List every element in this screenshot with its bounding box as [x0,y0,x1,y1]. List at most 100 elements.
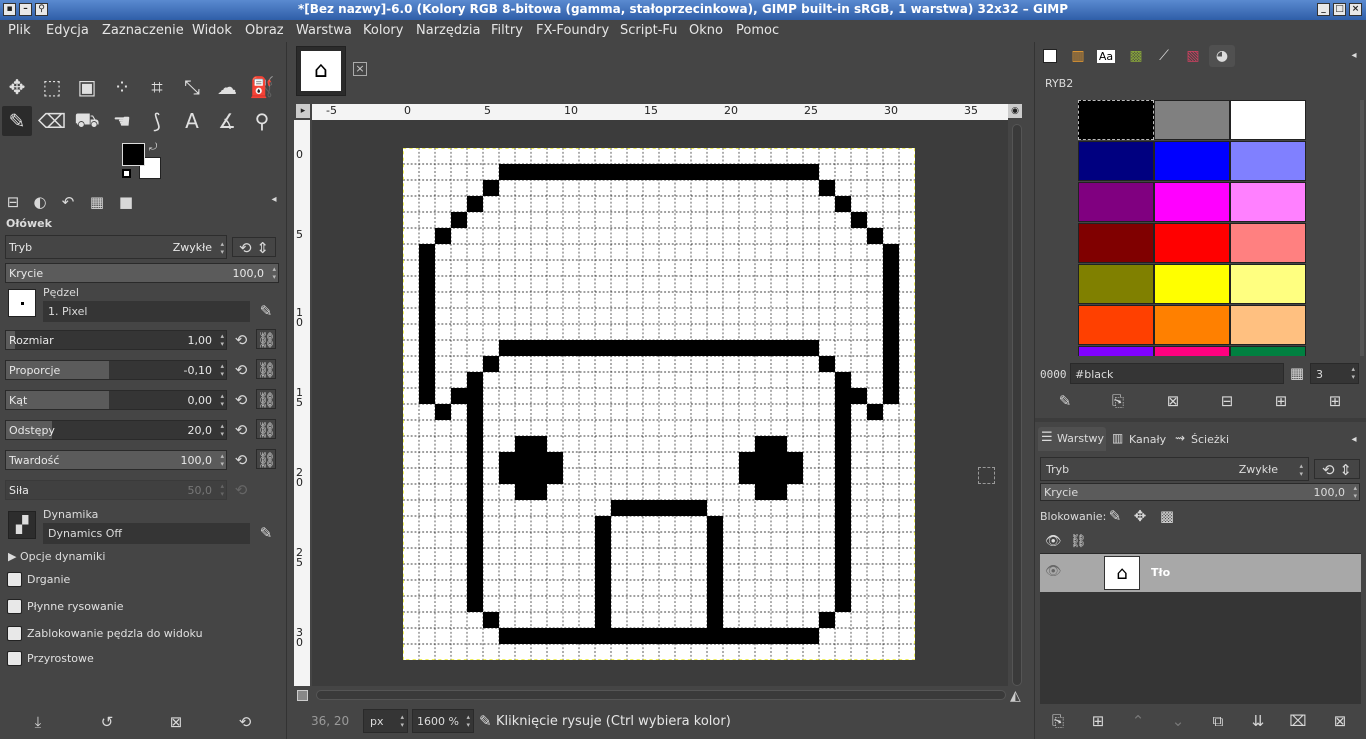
size-slider[interactable]: Rozmiar 1,00 ▴ ▾ [5,330,227,350]
brushes-tab-icon[interactable] [1037,45,1063,67]
foreground-select-tool-icon[interactable]: ▣ [72,72,102,102]
new-layer-group-icon[interactable]: ⊞ [1088,711,1108,731]
palettes-tab-icon[interactable]: ▧ [1180,45,1206,67]
layer-row[interactable]: 👁 ⌂ Tło [1040,554,1361,592]
palette-swatch[interactable] [1154,346,1230,356]
delete-options-icon[interactable]: ⊠ [166,712,186,732]
edit-color-icon[interactable]: ✎ [1055,391,1075,411]
zoom-in-palette-icon[interactable]: ⊞ [1271,391,1291,411]
palette-swatch[interactable] [1078,100,1154,140]
menu-layer[interactable]: Warstwa [296,23,352,38]
delete-layer-icon[interactable]: ⊠ [1330,711,1350,731]
aspect-reset-icon[interactable]: ⟲ [231,360,251,380]
canvas-viewport[interactable] [312,120,1008,686]
menu-edit[interactable]: Edycja [46,23,89,38]
restore-options-icon[interactable]: ↺ [97,712,117,732]
tab-paths[interactable]: ⇝ Ścieżki [1173,427,1237,451]
text-tool-icon[interactable]: A [177,106,207,136]
size-reset-icon[interactable]: ⟲ [231,330,251,350]
opacity-slider[interactable]: Krycie 100,0 ▴ ▾ [5,263,279,283]
crop-tool-icon[interactable]: ⌗ [142,72,172,102]
menu-filters[interactable]: Filtry [491,23,523,38]
tab-layers[interactable]: ☰ Warstwy [1038,427,1106,451]
fonts-tab-icon[interactable]: Aa [1093,45,1119,67]
undo-history-tab-icon[interactable]: ↶ [58,192,78,212]
smudge-tool-icon[interactable]: ☚ [107,106,137,136]
quick-mask-icon[interactable] [297,690,308,701]
palette-swatch[interactable] [1154,141,1230,181]
palette-swatch[interactable] [1154,100,1230,140]
dynamics-options-expander[interactable]: ▶ Opcje dynamiki [8,550,105,563]
hardness-link-icon[interactable]: ⛓ [256,449,276,469]
tool-options-tab-icon[interactable]: ⊟ [3,192,23,212]
palette-swatch[interactable] [1154,305,1230,345]
menu-colors[interactable]: Kolory [363,23,403,38]
close-button[interactable]: × [1349,3,1362,16]
palette-swatch[interactable] [1078,223,1154,263]
zoom-all-palette-icon[interactable]: ⊞ [1325,391,1345,411]
maximize-button[interactable]: □ [1333,3,1346,16]
paint-dynamics-tab-icon[interactable]: ⟋ [1151,45,1177,67]
new-layer-icon[interactable]: ⎘ [1048,711,1068,731]
brush-preview[interactable] [8,289,36,317]
menu-fx-foundry[interactable]: FX-Foundry [536,23,609,38]
smooth-checkbox[interactable] [7,599,22,614]
zoom-out-palette-icon[interactable]: ⊟ [1217,391,1237,411]
angle-link-icon[interactable]: ⛓ [256,389,276,409]
palette-swatch[interactable] [1154,264,1230,304]
reset-options-icon[interactable]: ⟲ [235,712,255,732]
palette-swatch[interactable] [1230,182,1306,222]
palette-swatch[interactable] [1230,141,1306,181]
measure-tool-icon[interactable]: ∡ [212,106,242,136]
layer-opacity-slider[interactable]: Krycie 100,0 ▴ ▾ [1040,483,1360,501]
aspect-link-icon[interactable]: ⛓ [256,359,276,379]
layers-dock-menu-icon[interactable]: ◂ [1341,429,1366,451]
menu-image[interactable]: Obraz [245,23,284,38]
lock-pixels-icon[interactable]: ✎ [1105,506,1125,526]
hardness-reset-icon[interactable]: ⟲ [231,450,251,470]
colors-tab-icon[interactable]: ■ [116,192,136,212]
aspect-slider[interactable]: Proporcje -0,10 ▴ ▾ [5,360,227,380]
angle-slider[interactable]: Kąt 0,00 ▴ ▾ [5,390,227,410]
brush-name-field[interactable]: 1. Pixel [43,301,250,322]
delete-color-icon[interactable]: ⊠ [1163,391,1183,411]
image-tab-thumbnail[interactable]: ⌂ [296,46,346,96]
navigate-icon[interactable]: ◭ [1010,688,1021,704]
menu-view[interactable]: Widok [192,23,232,38]
palette-editor-tab-icon[interactable]: ◕ [1209,45,1235,67]
palette-swatch[interactable] [1230,223,1306,263]
palette-swatch[interactable] [1078,305,1154,345]
tab-menu-icon[interactable]: ◂ [264,190,284,210]
palette-swatch[interactable] [1230,305,1306,345]
hardness-slider[interactable]: Twardość 100,0 ▴ ▾ [5,450,227,470]
layer-visibility-icon[interactable]: 👁 [1045,564,1062,579]
device-status-tab-icon[interactable]: ◐ [30,192,50,212]
eraser-tool-icon[interactable]: ⌫ [37,106,67,136]
menu-windows[interactable]: Okno [689,23,723,38]
mode-select[interactable]: Tryb Zwykłe ▴ ▾ [5,235,227,259]
rect-select-tool-icon[interactable]: ⬚ [37,72,67,102]
color-name-field[interactable]: #black [1070,363,1284,384]
palette-scrollbar[interactable] [1360,100,1364,356]
menu-script-fu[interactable]: Script-Fu [620,23,677,38]
palette-swatch[interactable] [1154,223,1230,263]
mode-reset-icon[interactable]: ⟲ ⇕ [232,237,276,257]
angle-reset-icon[interactable]: ⟲ [231,390,251,410]
spacing-reset-icon[interactable]: ⟲ [231,420,251,440]
move-tool-icon[interactable]: ✥ [2,72,32,102]
palette-swatch[interactable] [1078,141,1154,181]
lock-position-icon[interactable]: ✥ [1130,506,1150,526]
vertical-scrollbar[interactable] [1012,124,1022,686]
dynamics-edit-icon[interactable]: ✎ [256,523,276,543]
unit-select[interactable]: px ▴ ▾ [363,709,408,733]
palette-swatch[interactable] [1230,346,1306,356]
palette-swatch[interactable] [1078,346,1154,356]
layer-name[interactable]: Tło [1151,566,1170,579]
menu-help[interactable]: Pomoc [736,23,779,38]
transform-tool-icon[interactable]: ⤡ [177,72,207,102]
anchor-layer-icon[interactable]: ⇊ [1248,711,1268,731]
layer-mode-select[interactable]: Tryb Zwykłe ▴ ▾ [1040,457,1309,481]
palette-grid[interactable] [1078,100,1309,356]
pencil-tool-icon[interactable]: ✎ [2,106,32,136]
tab-channels[interactable]: ▥ Kanały [1109,427,1169,451]
